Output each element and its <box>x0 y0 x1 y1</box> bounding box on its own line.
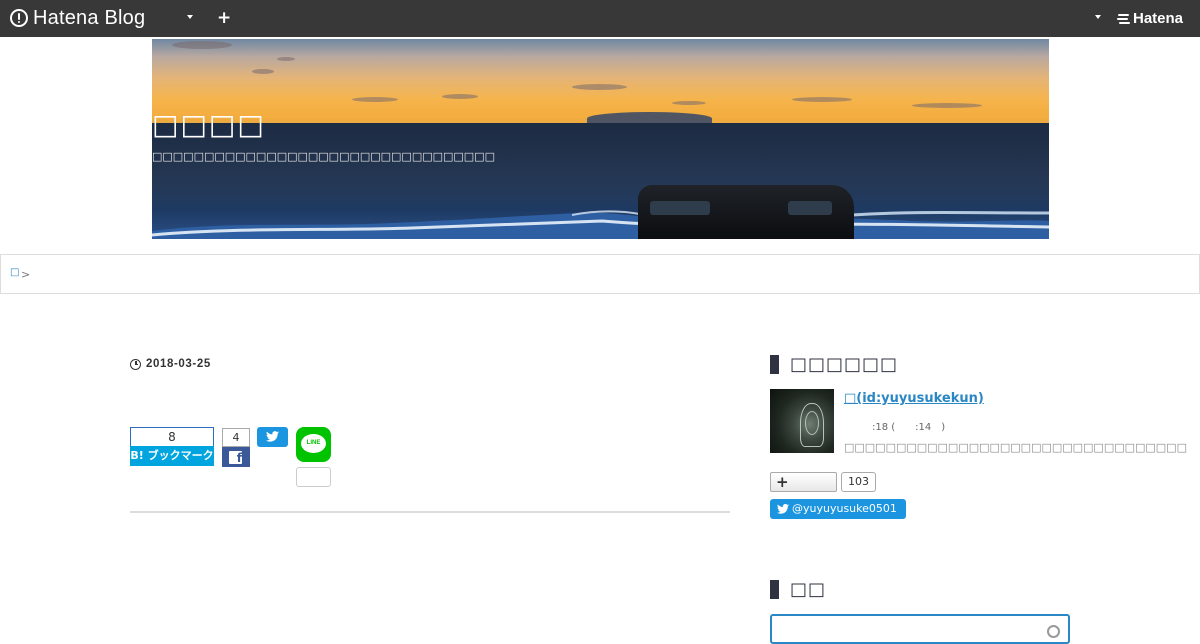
line-share-count <box>296 467 331 487</box>
hatena-bookmark-count[interactable]: 8 <box>130 427 214 447</box>
facebook-icon: f <box>229 451 242 465</box>
search-input[interactable] <box>778 617 1042 643</box>
follower-count: 103 <box>841 472 876 492</box>
line-share-button[interactable]: LINE <box>296 427 331 462</box>
search-module-title-text: □□ <box>790 579 827 600</box>
title-accent-bar <box>770 580 779 599</box>
profile-module-title-text: □□□□□□ <box>790 354 899 375</box>
twitter-bird-icon <box>777 504 789 514</box>
global-header-bar: Hatena Blog + Hatena <box>0 0 1200 37</box>
entry-divider <box>130 511 730 513</box>
account-menu-chevron-down-icon[interactable] <box>1095 15 1101 19</box>
profile-module-title: □□□□□□ <box>770 354 898 375</box>
breadcrumb-separator: > <box>21 268 31 281</box>
twitter-handle: @yuyuyusuke0501 <box>792 502 897 515</box>
hatena-blog-logo-icon <box>10 9 28 27</box>
blog-menu-chevron-down-icon[interactable] <box>187 15 193 19</box>
hatena-logo-link[interactable]: Hatena <box>1117 10 1184 27</box>
sunset-sky <box>152 39 1049 125</box>
hatena-mark-icon <box>1117 13 1130 25</box>
clock-icon <box>130 358 141 370</box>
car-silhouette <box>638 185 854 239</box>
blog-header-image <box>152 39 1049 239</box>
blog-description: □□□□□□□□□□□□□□□□□□□□□□□□□□□□□□□□□ <box>152 150 495 163</box>
twitter-share-button[interactable] <box>257 427 288 447</box>
hatena-logo-text: Hatena <box>1133 10 1184 27</box>
hatena-blog-logo[interactable]: Hatena Blog <box>10 7 145 29</box>
search-form <box>770 614 1070 644</box>
sea <box>152 123 1049 239</box>
blog-title-link[interactable]: □□□□ <box>152 108 266 141</box>
profile-avatar[interactable] <box>770 389 834 453</box>
search-module-title: □□ <box>770 579 826 600</box>
facebook-share-button[interactable]: f <box>222 447 250 467</box>
reader-follow-button[interactable]: + <box>770 472 837 492</box>
twitter-follow-button[interactable]: @yuyuyusuke0501 <box>770 499 906 519</box>
profile-id-link[interactable]: □(id:yuyusukekun) <box>844 391 984 406</box>
breadcrumb: □ > <box>0 254 1200 294</box>
add-blog-plus-button[interactable]: + <box>217 9 231 27</box>
twitter-bird-icon <box>266 431 279 442</box>
facebook-share-count: 4 <box>222 428 250 447</box>
profile-meta: :18 ( :14 ) <box>872 422 946 433</box>
breadcrumb-home-link[interactable]: □ <box>10 267 19 278</box>
search-icon[interactable] <box>1047 625 1060 638</box>
profile-description: □□□□□□□□□□□□□□□□□□□□□□□□□□□□□□□□□ <box>844 441 1187 454</box>
follow-plus-icon: + <box>776 473 789 491</box>
entry-date-link[interactable]: 2018-03-25 <box>130 358 211 370</box>
title-accent-bar <box>770 355 779 374</box>
line-icon-label: LINE <box>306 440 321 446</box>
hatena-bookmark-button[interactable]: B! ブックマーク <box>130 446 214 466</box>
entry-date: 2018-03-25 <box>146 358 211 370</box>
hatena-blog-brand: Hatena Blog <box>33 6 146 29</box>
